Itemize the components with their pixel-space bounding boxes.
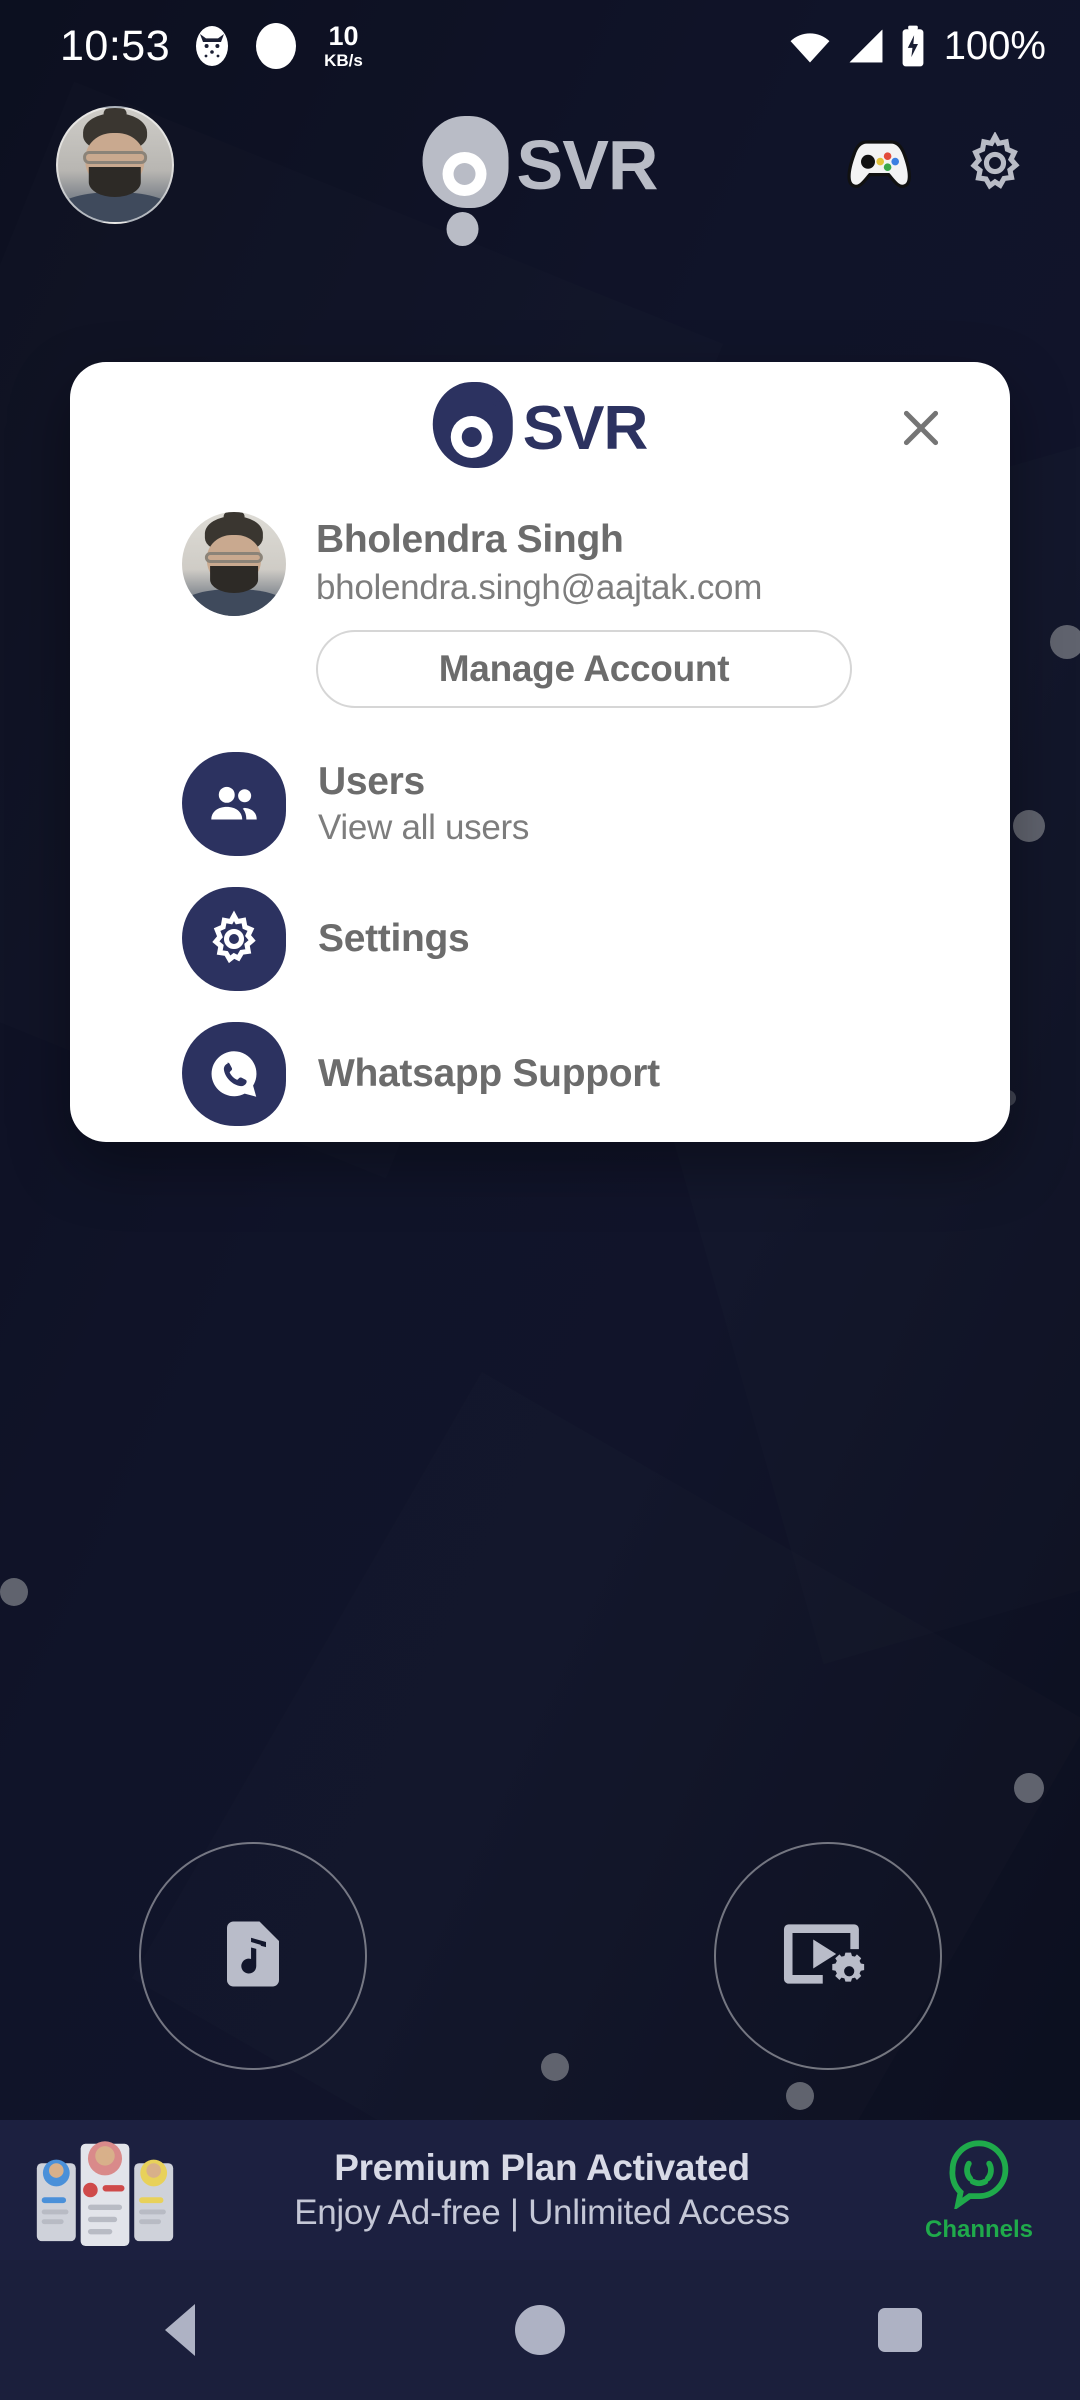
channels-label: Channels (924, 2215, 1034, 2243)
premium-banner[interactable]: Premium Plan Activated Enjoy Ad-free | U… (0, 2120, 1080, 2260)
network-speed-indicator: 10 KB/s (324, 21, 363, 70)
home-circle-icon (515, 2305, 565, 2355)
menu-item-email-support[interactable]: Email Support (70, 1141, 1010, 1142)
gamepad-icon[interactable] (842, 135, 916, 196)
video-player-settings-icon (782, 1914, 874, 1999)
video-settings-button[interactable] (714, 1842, 942, 2070)
net-speed-value: 10 (328, 21, 359, 51)
battery-percent-label: 100% (943, 23, 1046, 68)
banner-title: Premium Plan Activated (334, 2147, 750, 2188)
nav-back-button[interactable] (120, 2270, 240, 2390)
whatsapp-channels-button[interactable]: Channels (904, 2137, 1054, 2244)
android-nav-bar (0, 2260, 1080, 2400)
menu-item-users[interactable]: Users View all users (70, 736, 1010, 871)
whatsapp-icon (182, 1021, 286, 1126)
dialog-header: SVR (70, 362, 1010, 494)
close-icon[interactable] (892, 399, 950, 457)
banner-text-block: Premium Plan Activated Enjoy Ad-free | U… (180, 2147, 904, 2233)
signal-icon (846, 27, 886, 65)
profile-cards-icon (30, 2134, 180, 2246)
menu-item-text: Users View all users (318, 760, 529, 848)
status-clock: 10:53 (60, 21, 171, 70)
account-dialog: SVR Bholendra Singh bholendra.singh@aajt… (70, 362, 1010, 1142)
gear-icon (182, 886, 286, 991)
profile-info: Bholendra Singh bholendra.singh@aajtak.c… (316, 512, 852, 708)
gear-icon[interactable] (964, 130, 1026, 199)
menu-item-settings[interactable]: Settings (70, 871, 1010, 1006)
menu-item-whatsapp-support[interactable]: Whatsapp Support (70, 1006, 1010, 1141)
menu-item-text: Settings (318, 916, 470, 961)
profile-email: bholendra.singh@aajtak.com (316, 568, 763, 607)
menu-item-text: Whatsapp Support (318, 1052, 660, 1096)
music-file-icon (214, 1909, 292, 2004)
app-brand-name: SVR (516, 126, 659, 204)
manage-account-button[interactable]: Manage Account (316, 630, 852, 708)
status-bar: 10:53 10 KB/s 100% (0, 0, 1080, 92)
net-speed-unit: KB/s (324, 51, 363, 70)
dialog-menu-list: Users View all users Settings Whatsapp S… (70, 708, 1010, 1142)
cat-app-icon (192, 24, 232, 68)
menu-item-title: Users (318, 759, 425, 803)
app-brand: SVR (422, 116, 659, 246)
app-header-actions (842, 130, 1080, 199)
whatsapp-channels-icon (946, 2137, 1012, 2214)
audio-file-button[interactable] (139, 1842, 367, 2070)
menu-item-title: Settings (318, 916, 470, 960)
profile-row: Bholendra Singh bholendra.singh@aajtak.c… (70, 494, 1010, 708)
menu-item-title: Whatsapp Support (318, 1051, 660, 1095)
nav-recents-button[interactable] (840, 2270, 960, 2390)
profile-name: Bholendra Singh (316, 518, 624, 561)
back-triangle-icon (165, 2304, 195, 2356)
header-avatar[interactable] (56, 106, 174, 224)
recents-square-icon (878, 2308, 922, 2352)
modal-scrim[interactable] (0, 0, 1080, 2400)
white-dot-icon (254, 22, 298, 70)
nav-home-button[interactable] (480, 2270, 600, 2390)
svr-logo-icon (422, 116, 521, 246)
banner-subtitle: Enjoy Ad-free | Unlimited Access (294, 2193, 790, 2232)
dialog-brand-name: SVR (522, 393, 648, 463)
wifi-icon (788, 28, 832, 64)
users-icon (182, 751, 286, 856)
dialog-brand: SVR (432, 382, 648, 474)
menu-item-subtitle: View all users (318, 807, 530, 847)
battery-charging-icon (900, 25, 926, 67)
app-header: SVR (0, 100, 1080, 246)
profile-avatar (182, 512, 286, 616)
svr-logo-icon (432, 382, 525, 474)
